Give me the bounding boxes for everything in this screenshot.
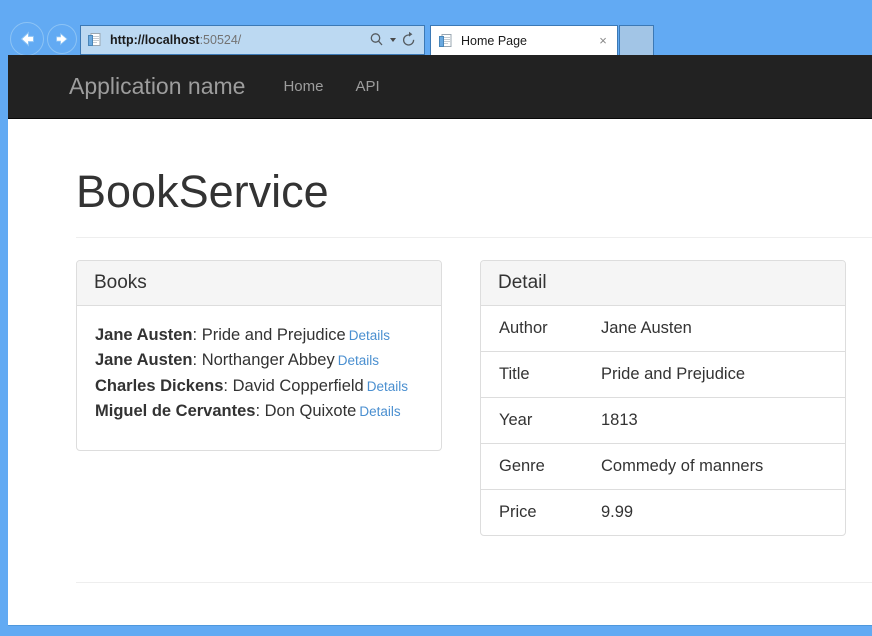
detail-panel-heading: Detail bbox=[481, 261, 845, 307]
books-panel-heading: Books bbox=[77, 261, 441, 307]
table-row: Title Pride and Prejudice bbox=[481, 352, 845, 398]
list-item: Charles Dickens: David CopperfieldDetail… bbox=[95, 377, 408, 395]
chevron-down-icon[interactable] bbox=[390, 38, 396, 42]
tab-title: Home Page bbox=[461, 34, 594, 48]
detail-value: 9.99 bbox=[583, 490, 845, 536]
book-author: Jane Austen bbox=[95, 351, 193, 369]
book-author: Jane Austen bbox=[95, 326, 193, 344]
nav-link-home[interactable]: Home bbox=[267, 79, 339, 94]
details-link[interactable]: Details bbox=[338, 353, 379, 368]
book-title: Don Quixote bbox=[265, 402, 357, 420]
detail-value: Commedy of manners bbox=[583, 444, 845, 490]
book-list: Jane Austen: Pride and PrejudiceDetails … bbox=[95, 323, 423, 423]
page-icon bbox=[87, 32, 103, 48]
new-tab-button[interactable] bbox=[619, 25, 654, 55]
forward-arrow-icon bbox=[48, 25, 76, 53]
refresh-icon[interactable] bbox=[401, 31, 417, 49]
detail-label: Title bbox=[481, 352, 583, 398]
list-item: Jane Austen: Northanger AbbeyDetails bbox=[95, 351, 379, 369]
detail-table: Author Jane Austen Title Pride and Preju… bbox=[481, 306, 845, 535]
detail-label: Year bbox=[481, 398, 583, 444]
details-link[interactable]: Details bbox=[359, 404, 400, 419]
site-navbar: Application name Home API bbox=[8, 55, 872, 119]
forward-button[interactable] bbox=[47, 24, 77, 54]
browser-chrome: http://localhost:50524/ bbox=[0, 0, 872, 55]
table-row: Author Jane Austen bbox=[481, 306, 845, 352]
book-separator: : bbox=[193, 326, 202, 344]
detail-panel: Detail Author Jane Austen Title Pride an… bbox=[480, 260, 846, 537]
detail-panel-title: Detail bbox=[498, 272, 547, 293]
book-author: Charles Dickens bbox=[95, 377, 223, 395]
book-title: Pride and Prejudice bbox=[202, 326, 346, 344]
close-icon[interactable]: × bbox=[594, 32, 612, 50]
panels-row: Books Jane Austen: Pride and PrejudiceDe… bbox=[76, 260, 872, 537]
books-panel-body: Jane Austen: Pride and PrejudiceDetails … bbox=[77, 306, 441, 449]
detail-value: Pride and Prejudice bbox=[583, 352, 845, 398]
navigation-buttons bbox=[10, 24, 76, 56]
list-item: Miguel de Cervantes: Don QuixoteDetails bbox=[95, 402, 401, 420]
address-bar-icons bbox=[369, 31, 417, 49]
books-panel-title: Books bbox=[94, 272, 147, 293]
books-panel: Books Jane Austen: Pride and PrejudiceDe… bbox=[76, 260, 442, 451]
window-bottom-frame bbox=[0, 625, 872, 636]
address-bar[interactable]: http://localhost:50524/ bbox=[80, 25, 425, 55]
book-title: Northanger Abbey bbox=[202, 351, 335, 369]
book-author: Miguel de Cervantes bbox=[95, 402, 255, 420]
detail-value: 1813 bbox=[583, 398, 845, 444]
book-separator: : bbox=[223, 377, 232, 395]
book-separator: : bbox=[193, 351, 202, 369]
tab-home-page[interactable]: Home Page × bbox=[430, 25, 618, 55]
back-button[interactable] bbox=[10, 22, 44, 56]
page-title: BookService bbox=[76, 167, 872, 217]
footer-divider bbox=[76, 582, 872, 583]
navbar-brand[interactable]: Application name bbox=[69, 75, 245, 98]
title-divider bbox=[76, 237, 872, 238]
nav-link-api[interactable]: API bbox=[339, 79, 395, 94]
book-title: David Copperfield bbox=[233, 377, 364, 395]
detail-value: Jane Austen bbox=[583, 306, 845, 352]
table-row: Year 1813 bbox=[481, 398, 845, 444]
detail-label: Genre bbox=[481, 444, 583, 490]
search-icon[interactable] bbox=[369, 31, 385, 49]
detail-label: Author bbox=[481, 306, 583, 352]
detail-label: Price bbox=[481, 490, 583, 536]
url-text[interactable]: http://localhost:50524/ bbox=[110, 33, 369, 47]
url-path: :50524/ bbox=[200, 33, 242, 47]
book-separator: : bbox=[255, 402, 264, 420]
page-viewport: Application name Home API BookService Bo… bbox=[8, 55, 872, 625]
browser-window: http://localhost:50524/ bbox=[0, 0, 872, 636]
table-row: Genre Commedy of manners bbox=[481, 444, 845, 490]
details-link[interactable]: Details bbox=[349, 328, 390, 343]
details-link[interactable]: Details bbox=[367, 379, 408, 394]
table-row: Price 9.99 bbox=[481, 490, 845, 536]
list-item: Jane Austen: Pride and PrejudiceDetails bbox=[95, 326, 390, 344]
url-host: http://localhost bbox=[110, 33, 200, 47]
back-arrow-icon bbox=[11, 23, 43, 55]
tab-page-icon bbox=[438, 33, 454, 49]
page-container: BookService Books Jane Austen: Pride and… bbox=[68, 119, 872, 583]
